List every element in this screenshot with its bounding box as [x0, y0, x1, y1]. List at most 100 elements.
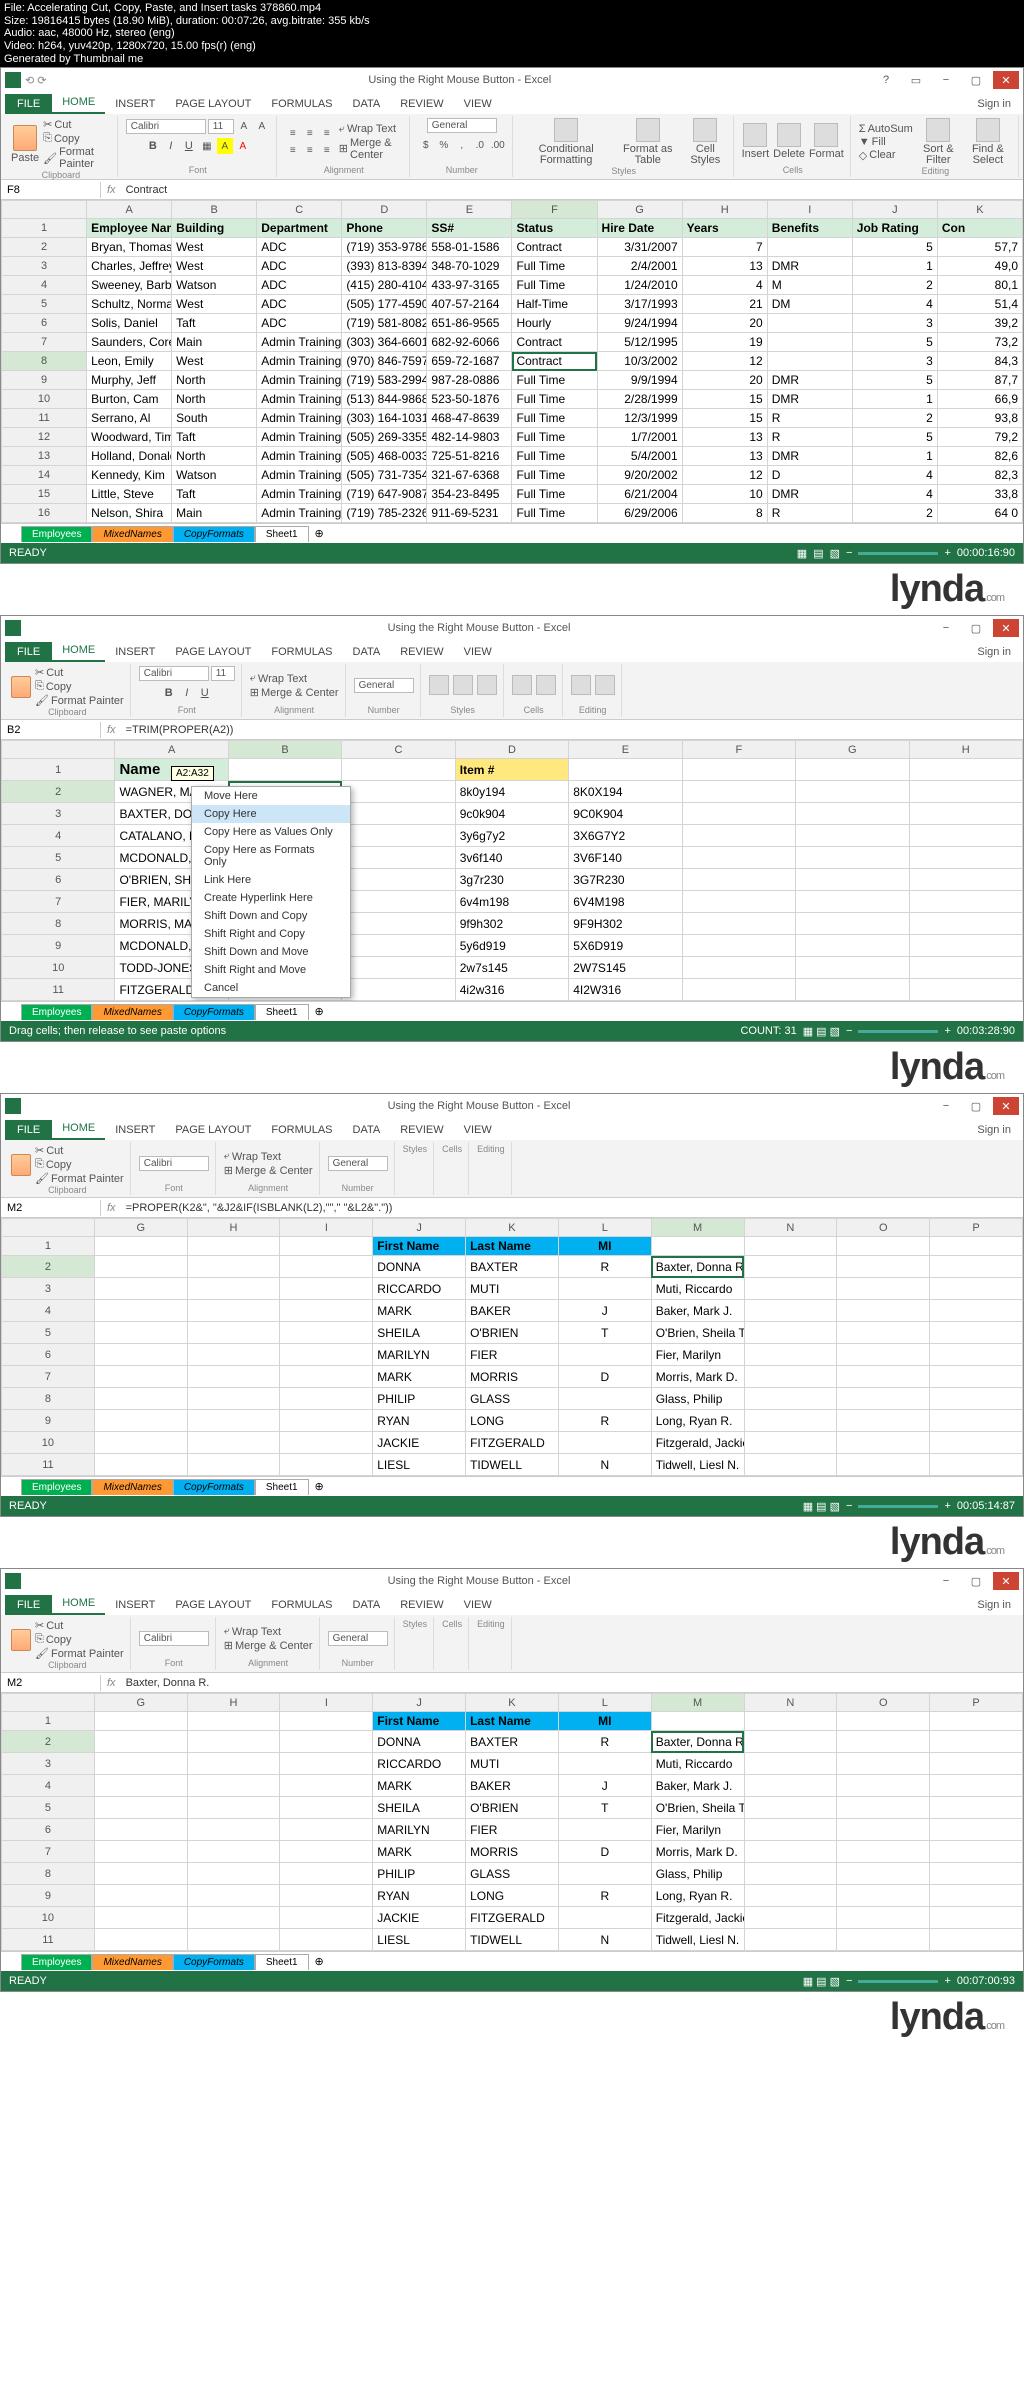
signin-link[interactable]: Sign in	[965, 1595, 1023, 1615]
col-header[interactable]: D	[455, 741, 568, 759]
cell[interactable]: GLASS	[466, 1863, 559, 1885]
qat[interactable]: ⟲ ⟳	[25, 74, 47, 87]
cell[interactable]: Morris, Mark D.	[651, 1366, 744, 1388]
cell[interactable]: Morris, Mark D.	[651, 1841, 744, 1863]
cell[interactable]: DONNA	[373, 1731, 466, 1753]
cell[interactable]: R	[558, 1731, 651, 1753]
view-normal-icon[interactable]: ▦	[797, 547, 807, 560]
cell[interactable]: D	[558, 1366, 651, 1388]
bold-button[interactable]: B	[145, 138, 161, 154]
cell[interactable]: 433-97-3165	[427, 276, 512, 295]
col-header[interactable]: I	[767, 201, 852, 219]
menu-item[interactable]: Shift Right and Move	[192, 961, 350, 979]
cell[interactable]: Hourly	[512, 314, 597, 333]
cell[interactable]: 348-70-1029	[427, 257, 512, 276]
paste-button[interactable]: Paste	[11, 125, 39, 164]
row-header[interactable]: 2	[2, 238, 87, 257]
cell[interactable]: Half-Time	[512, 295, 597, 314]
cell[interactable]	[558, 1753, 651, 1775]
row-header[interactable]: 10	[2, 390, 87, 409]
col-header[interactable]: P	[930, 1694, 1023, 1712]
cell[interactable]: 8K0X194	[569, 781, 682, 803]
cell[interactable]: 1	[852, 447, 937, 466]
signin-link[interactable]: Sign in	[965, 1120, 1023, 1140]
cell[interactable]: 6V4M198	[569, 891, 682, 913]
cell[interactable]: Sweeney, Barbara	[87, 276, 172, 295]
format-cells-button[interactable]: Format	[809, 123, 844, 160]
row-header[interactable]: 6	[2, 869, 115, 891]
border-button[interactable]: ▦	[199, 138, 215, 154]
cell[interactable]: R	[767, 504, 852, 523]
find-select-button[interactable]	[595, 675, 615, 697]
row-header[interactable]: 1	[2, 1712, 95, 1731]
cell[interactable]: O'BRIEN	[466, 1322, 559, 1344]
cell[interactable]: RICCARDO	[373, 1278, 466, 1300]
cell[interactable]: O'Brien, Sheila T.	[651, 1797, 744, 1819]
formulas-tab[interactable]: FORMULAS	[261, 94, 342, 114]
row-header[interactable]: 3	[2, 1278, 95, 1300]
maximize-icon[interactable]: ▢	[963, 1097, 989, 1115]
table-header[interactable]: Phone	[342, 219, 427, 238]
row-header[interactable]: 7	[2, 333, 87, 352]
cell[interactable]: Contract	[512, 333, 597, 352]
row-header[interactable]: 3	[2, 803, 115, 825]
cell[interactable]: 5y6d919	[455, 935, 568, 957]
cell[interactable]: 2/4/2001	[597, 257, 682, 276]
cell[interactable]: (970) 846-7597	[342, 352, 427, 371]
tab-copyformats[interactable]: CopyFormats	[173, 1004, 255, 1020]
cell[interactable]: D	[767, 466, 852, 485]
cell[interactable]: 12	[682, 466, 767, 485]
minimize-icon[interactable]: −	[933, 71, 959, 89]
paste-button[interactable]	[11, 1629, 31, 1651]
font-select[interactable]: Calibri	[126, 119, 206, 134]
cell[interactable]: Admin Training	[257, 504, 342, 523]
formulas-tab[interactable]: FORMULAS	[261, 1595, 342, 1615]
data-tab[interactable]: DATA	[343, 94, 391, 114]
cell[interactable]: Admin Training	[257, 428, 342, 447]
number-format-select[interactable]: General	[427, 118, 497, 133]
col-header[interactable]: F	[682, 741, 795, 759]
cell[interactable]: 9f9h302	[455, 913, 568, 935]
row-header[interactable]: 6	[2, 314, 87, 333]
row-header[interactable]: 7	[2, 891, 115, 913]
currency-icon[interactable]: $	[418, 137, 434, 153]
cell[interactable]: Tidwell, Liesl N.	[651, 1929, 744, 1951]
cell[interactable]: Leon, Emily	[87, 352, 172, 371]
cell[interactable]: 987-28-0886	[427, 371, 512, 390]
cell[interactable]: Taft	[172, 428, 257, 447]
wrap-text-button[interactable]: ⤶ Wrap Text	[224, 1150, 313, 1163]
cell[interactable]: Admin Training	[257, 352, 342, 371]
cell[interactable]: 1/7/2001	[597, 428, 682, 447]
maximize-icon[interactable]: ▢	[963, 619, 989, 637]
cell[interactable]: Glass, Philip	[651, 1863, 744, 1885]
pagelayout-tab[interactable]: PAGE LAYOUT	[165, 94, 261, 114]
cell[interactable]: DONNA	[373, 1256, 466, 1278]
row-header[interactable]: 1	[2, 219, 87, 238]
copy-button[interactable]: ⎘ Copy	[35, 1633, 124, 1646]
cell[interactable]: 3	[852, 352, 937, 371]
cell[interactable]: (719) 583-2994	[342, 371, 427, 390]
cell[interactable]: 2w7s145	[455, 957, 568, 979]
cell[interactable]: 5	[852, 333, 937, 352]
data-tab[interactable]: DATA	[343, 1120, 391, 1140]
cell[interactable]: 2/28/1999	[597, 390, 682, 409]
add-sheet-icon[interactable]: ⊕	[309, 1955, 330, 1968]
cell[interactable]: D	[558, 1841, 651, 1863]
cell[interactable]: 482-14-9803	[427, 428, 512, 447]
cell[interactable]	[767, 238, 852, 257]
row-header[interactable]: 9	[2, 935, 115, 957]
cell[interactable]: Schultz, Norman	[87, 295, 172, 314]
ribbon-collapse-icon[interactable]: ▭	[903, 71, 929, 89]
maximize-icon[interactable]: ▢	[963, 1572, 989, 1590]
col-header[interactable]: B	[172, 201, 257, 219]
cell[interactable]: 6/21/2004	[597, 485, 682, 504]
cut-button[interactable]: ✂ Cut	[35, 1619, 124, 1632]
row-header[interactable]: 7	[2, 1841, 95, 1863]
align-top-icon[interactable]: ≡	[285, 125, 301, 141]
cell[interactable]: 5	[852, 371, 937, 390]
formulas-tab[interactable]: FORMULAS	[261, 1120, 342, 1140]
col-header[interactable]: K	[466, 1694, 559, 1712]
cell[interactable]: DMR	[767, 257, 852, 276]
zoom-slider[interactable]	[858, 1980, 938, 1983]
cell[interactable]: BAKER	[466, 1300, 559, 1322]
